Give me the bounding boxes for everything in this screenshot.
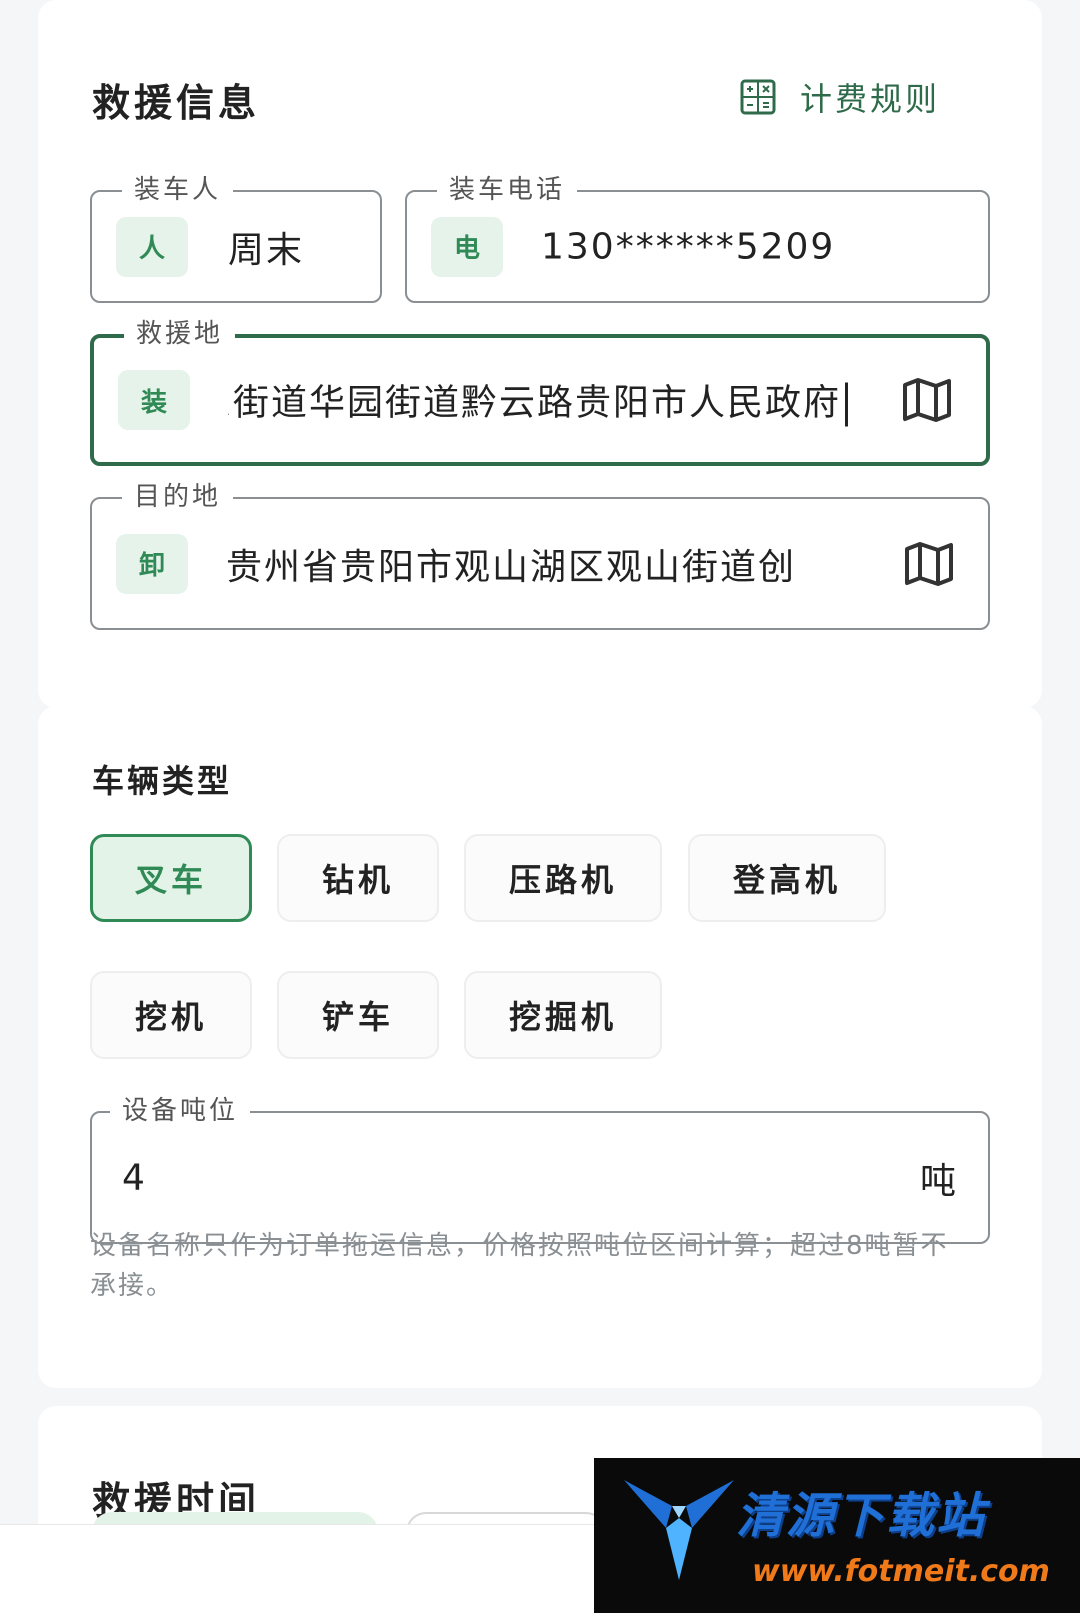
loader-phone-label: 装车电话	[437, 174, 578, 206]
calculator-icon	[740, 79, 776, 115]
vehicle-option-drill[interactable]: 钻机	[277, 834, 439, 922]
fee-rule-label: 计费规则	[800, 80, 941, 118]
vehicle-type-title: 车辆类型	[92, 762, 233, 800]
phone-badge-icon: 电	[431, 216, 503, 277]
rescue-location-value: 云岩区黔东街道华园街道黔云路贵阳市人民政府	[228, 382, 841, 424]
loader-name-label: 装车人	[122, 174, 234, 206]
tonnage-field[interactable]: 设备吨位 4 吨	[90, 1095, 990, 1244]
tonnage-hint: 设备名称只作为订单拖运信息，价格按照吨位区间计算；超过8吨暂不承接。	[90, 1231, 949, 1301]
destination-field[interactable]: 目的地 卸 贵州省贵阳市观山湖区观山街道创	[90, 481, 990, 630]
loader-phone-value[interactable]: 130******5209	[541, 226, 835, 267]
vehicle-option-roller[interactable]: 压路机	[464, 834, 662, 922]
vehicle-option-forklift[interactable]: 叉车	[90, 834, 252, 922]
loader-name-value[interactable]: 周末	[228, 221, 304, 273]
vehicle-option-loader[interactable]: 铲车	[277, 971, 439, 1059]
vehicle-option-excavator[interactable]: 挖掘机	[464, 971, 662, 1059]
text-cursor	[845, 382, 848, 427]
watermark: 清源下载站 www.fotmeit.com	[594, 1458, 1080, 1613]
watermark-logo-icon	[624, 1480, 734, 1580]
destination-value[interactable]: 贵州省贵阳市观山湖区观山街道创	[226, 538, 846, 590]
watermark-title: 清源下载站	[736, 1488, 987, 1544]
rescue-info-title: 救援信息	[92, 81, 261, 125]
unload-badge-icon: 卸	[116, 533, 188, 594]
destination-label: 目的地	[122, 481, 234, 513]
map-icon[interactable]	[904, 541, 954, 587]
rescue-location-field[interactable]: 救援地 装 云岩区黔东街道华园街道黔云路贵阳市人民政府	[90, 318, 990, 466]
fee-rule-link[interactable]: 计费规则	[740, 74, 940, 120]
vehicle-option-digger[interactable]: 挖机	[90, 971, 252, 1059]
load-badge-icon: 装	[118, 370, 190, 430]
rescue-location-label: 救援地	[124, 318, 236, 350]
watermark-url: www.fotmeit.com	[752, 1554, 1050, 1589]
tonnage-unit: 吨	[919, 1160, 958, 1202]
loader-phone-field[interactable]: 装车电话 电 130******5209	[405, 174, 990, 303]
map-icon[interactable]	[902, 377, 952, 423]
loader-name-field[interactable]: 装车人 人 周末	[90, 174, 382, 303]
vehicle-option-aerial-lift[interactable]: 登高机	[688, 834, 886, 922]
tonnage-value[interactable]: 4	[122, 1157, 147, 1198]
person-badge-icon: 人	[116, 216, 188, 277]
rescue-location-input[interactable]: 云岩区黔东街道华园街道黔云路贵阳市人民政府	[228, 374, 848, 427]
tonnage-label: 设备吨位	[110, 1095, 251, 1127]
bottom-bar	[0, 1524, 600, 1613]
